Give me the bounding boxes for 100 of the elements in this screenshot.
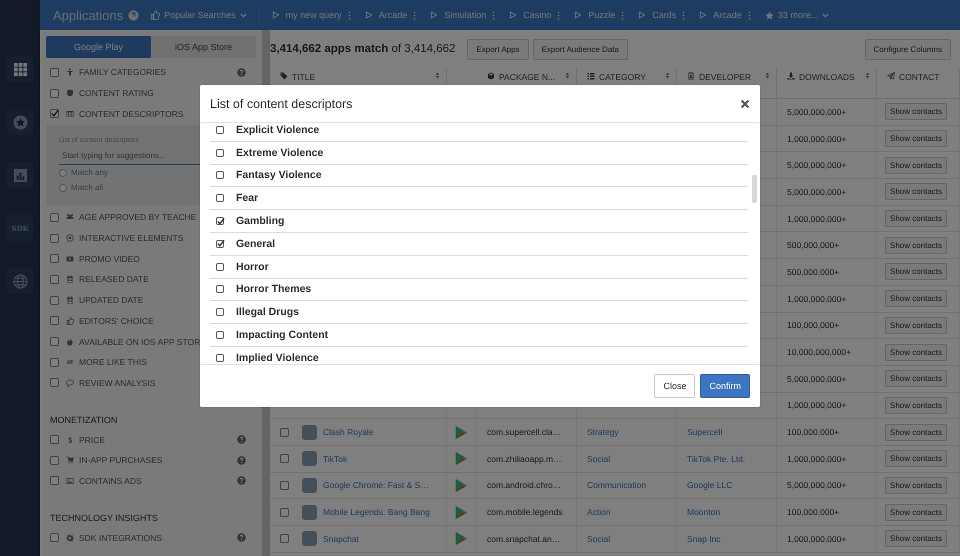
- filter-label[interactable]: IN-APP PURCHASES: [79, 455, 162, 466]
- filter-label[interactable]: CONTENT RATING: [79, 88, 154, 98]
- descriptor-label[interactable]: Fear: [236, 192, 258, 204]
- show-contacts-button[interactable]: Show contacts: [885, 530, 948, 548]
- show-contacts-button[interactable]: Show contacts: [885, 290, 948, 308]
- show-contacts-button[interactable]: Show contacts: [885, 344, 948, 361]
- configure-columns-button[interactable]: Configure Columns: [864, 38, 951, 60]
- radio-button[interactable]: [59, 168, 67, 177]
- saved-query-link[interactable]: Arcade: [713, 10, 742, 20]
- category-link[interactable]: Social: [587, 454, 610, 464]
- show-contacts-button[interactable]: Show contacts: [885, 210, 948, 228]
- developer-link[interactable]: Moonton: [687, 507, 720, 518]
- descriptor-label[interactable]: Implied Violence: [236, 352, 319, 364]
- developer-link[interactable]: Google LLC: [687, 480, 732, 490]
- store-tab[interactable]: iOS App Store: [151, 36, 256, 58]
- category-link[interactable]: Communication: [587, 480, 646, 490]
- checkbox[interactable]: [50, 378, 59, 388]
- show-contacts-button[interactable]: Show contacts: [885, 424, 948, 441]
- checkbox[interactable]: [50, 296, 59, 305]
- filter-label[interactable]: AVAILABLE ON IOS APP STOR: [79, 336, 200, 347]
- show-contacts-button[interactable]: Show contacts: [885, 130, 948, 148]
- column-header[interactable]: DOWNLOADS: [777, 68, 877, 99]
- descriptor-label[interactable]: Impacting Content: [236, 329, 328, 342]
- checkbox[interactable]: [216, 126, 224, 134]
- popular-searches-button[interactable]: Popular Searches: [150, 10, 247, 20]
- filter-label[interactable]: INTERACTIVE ELEMENTS: [79, 233, 184, 244]
- saved-query-link[interactable]: Simulation: [444, 10, 486, 20]
- show-contacts-button[interactable]: Show contacts: [885, 450, 948, 468]
- checkbox[interactable]: [216, 331, 224, 340]
- app-title-link[interactable]: Mobile Legends: Bang Bang: [323, 507, 430, 518]
- checkbox[interactable]: [50, 358, 59, 367]
- filter-label[interactable]: EDITORS' CHOICE: [79, 316, 154, 326]
- filter-label[interactable]: CONTAINS ADS: [79, 476, 142, 486]
- radio-label[interactable]: Match any: [71, 168, 108, 178]
- checkbox[interactable]: [216, 171, 224, 180]
- filter-label[interactable]: PRICE: [79, 434, 105, 445]
- more-queries-button[interactable]: 33 more...: [764, 10, 830, 20]
- close-icon[interactable]: [740, 98, 750, 108]
- checkbox[interactable]: [50, 456, 59, 465]
- scrollbar-thumb[interactable]: [752, 175, 757, 203]
- checkbox[interactable]: [280, 508, 289, 517]
- descriptor-label[interactable]: Explicit Violence: [236, 124, 320, 136]
- nav-button[interactable]: [7, 56, 33, 82]
- developer-link[interactable]: Snap Inc: [687, 534, 721, 544]
- checkbox[interactable]: [50, 109, 59, 118]
- descriptor-label[interactable]: General: [236, 238, 276, 250]
- descriptor-label[interactable]: Horror: [236, 260, 269, 273]
- checkbox[interactable]: [216, 148, 224, 157]
- checkbox[interactable]: [216, 217, 224, 226]
- developer-link[interactable]: TikTok Pte. Ltd.: [687, 454, 746, 464]
- category-link[interactable]: Strategy: [587, 427, 619, 438]
- checkbox[interactable]: [216, 285, 224, 294]
- filter-label[interactable]: CONTENT DESCRIPTORS: [79, 108, 184, 119]
- show-contacts-button[interactable]: Show contacts: [885, 370, 948, 388]
- checkbox[interactable]: [280, 480, 289, 490]
- filter-label[interactable]: REVIEW ANALYSIS: [79, 378, 156, 388]
- checkbox[interactable]: [280, 454, 289, 464]
- checkbox[interactable]: [50, 234, 59, 243]
- close-button[interactable]: Close: [654, 374, 696, 398]
- filter-label[interactable]: SDK INTEGRATIONS: [79, 532, 162, 543]
- checkbox[interactable]: [216, 308, 224, 316]
- filter-label[interactable]: UPDATED DATE: [79, 295, 144, 306]
- show-contacts-button[interactable]: Show contacts: [885, 183, 948, 200]
- checkbox[interactable]: [50, 254, 59, 264]
- nav-button[interactable]: [7, 109, 33, 135]
- checkbox[interactable]: [50, 274, 59, 284]
- checkbox[interactable]: [216, 354, 224, 362]
- checkbox[interactable]: [50, 533, 59, 542]
- filter-label[interactable]: PROMO VIDEO: [79, 254, 140, 264]
- export-button[interactable]: Export Audience Data: [532, 38, 628, 60]
- descriptor-label[interactable]: Fantasy Violence: [236, 169, 322, 182]
- show-contacts-button[interactable]: Show contacts: [885, 476, 948, 494]
- checkbox[interactable]: [50, 212, 59, 222]
- app-title-link[interactable]: TikTok: [323, 454, 348, 464]
- filter-label[interactable]: MORE LIKE THIS: [79, 357, 147, 368]
- show-contacts-button[interactable]: Show contacts: [885, 316, 948, 334]
- show-contacts-button[interactable]: Show contacts: [885, 504, 948, 521]
- filter-label[interactable]: FAMILY CATEGORIES: [79, 67, 166, 78]
- nav-button[interactable]: [7, 268, 33, 294]
- saved-query-link[interactable]: Casino: [523, 10, 552, 20]
- checkbox[interactable]: [216, 262, 224, 271]
- confirm-button[interactable]: Confirm: [700, 374, 750, 398]
- show-contacts-button[interactable]: Show contacts: [885, 396, 948, 414]
- radio-label[interactable]: Match all: [71, 183, 104, 192]
- filter-label[interactable]: RELEASED DATE: [79, 274, 149, 284]
- descriptor-label[interactable]: Horror Themes: [236, 283, 312, 296]
- checkbox[interactable]: [280, 534, 289, 544]
- category-link[interactable]: Social: [587, 534, 610, 544]
- show-contacts-button[interactable]: Show contacts: [885, 263, 948, 280]
- filter-label[interactable]: AGE APPROVED BY TEACHE: [79, 212, 196, 222]
- nav-button[interactable]: [7, 162, 33, 188]
- radio-button[interactable]: [59, 184, 67, 192]
- checkbox[interactable]: [50, 476, 59, 486]
- checkbox[interactable]: [280, 428, 289, 437]
- show-contacts-button[interactable]: Show contacts: [885, 103, 948, 120]
- saved-query-link[interactable]: Cards: [652, 10, 676, 20]
- developer-link[interactable]: Supercell: [687, 427, 722, 438]
- app-title-link[interactable]: Snapchat: [323, 534, 359, 544]
- saved-query-link[interactable]: Arcade: [378, 10, 408, 20]
- app-title-link[interactable]: Google Chrome: Fast & S…: [323, 480, 429, 490]
